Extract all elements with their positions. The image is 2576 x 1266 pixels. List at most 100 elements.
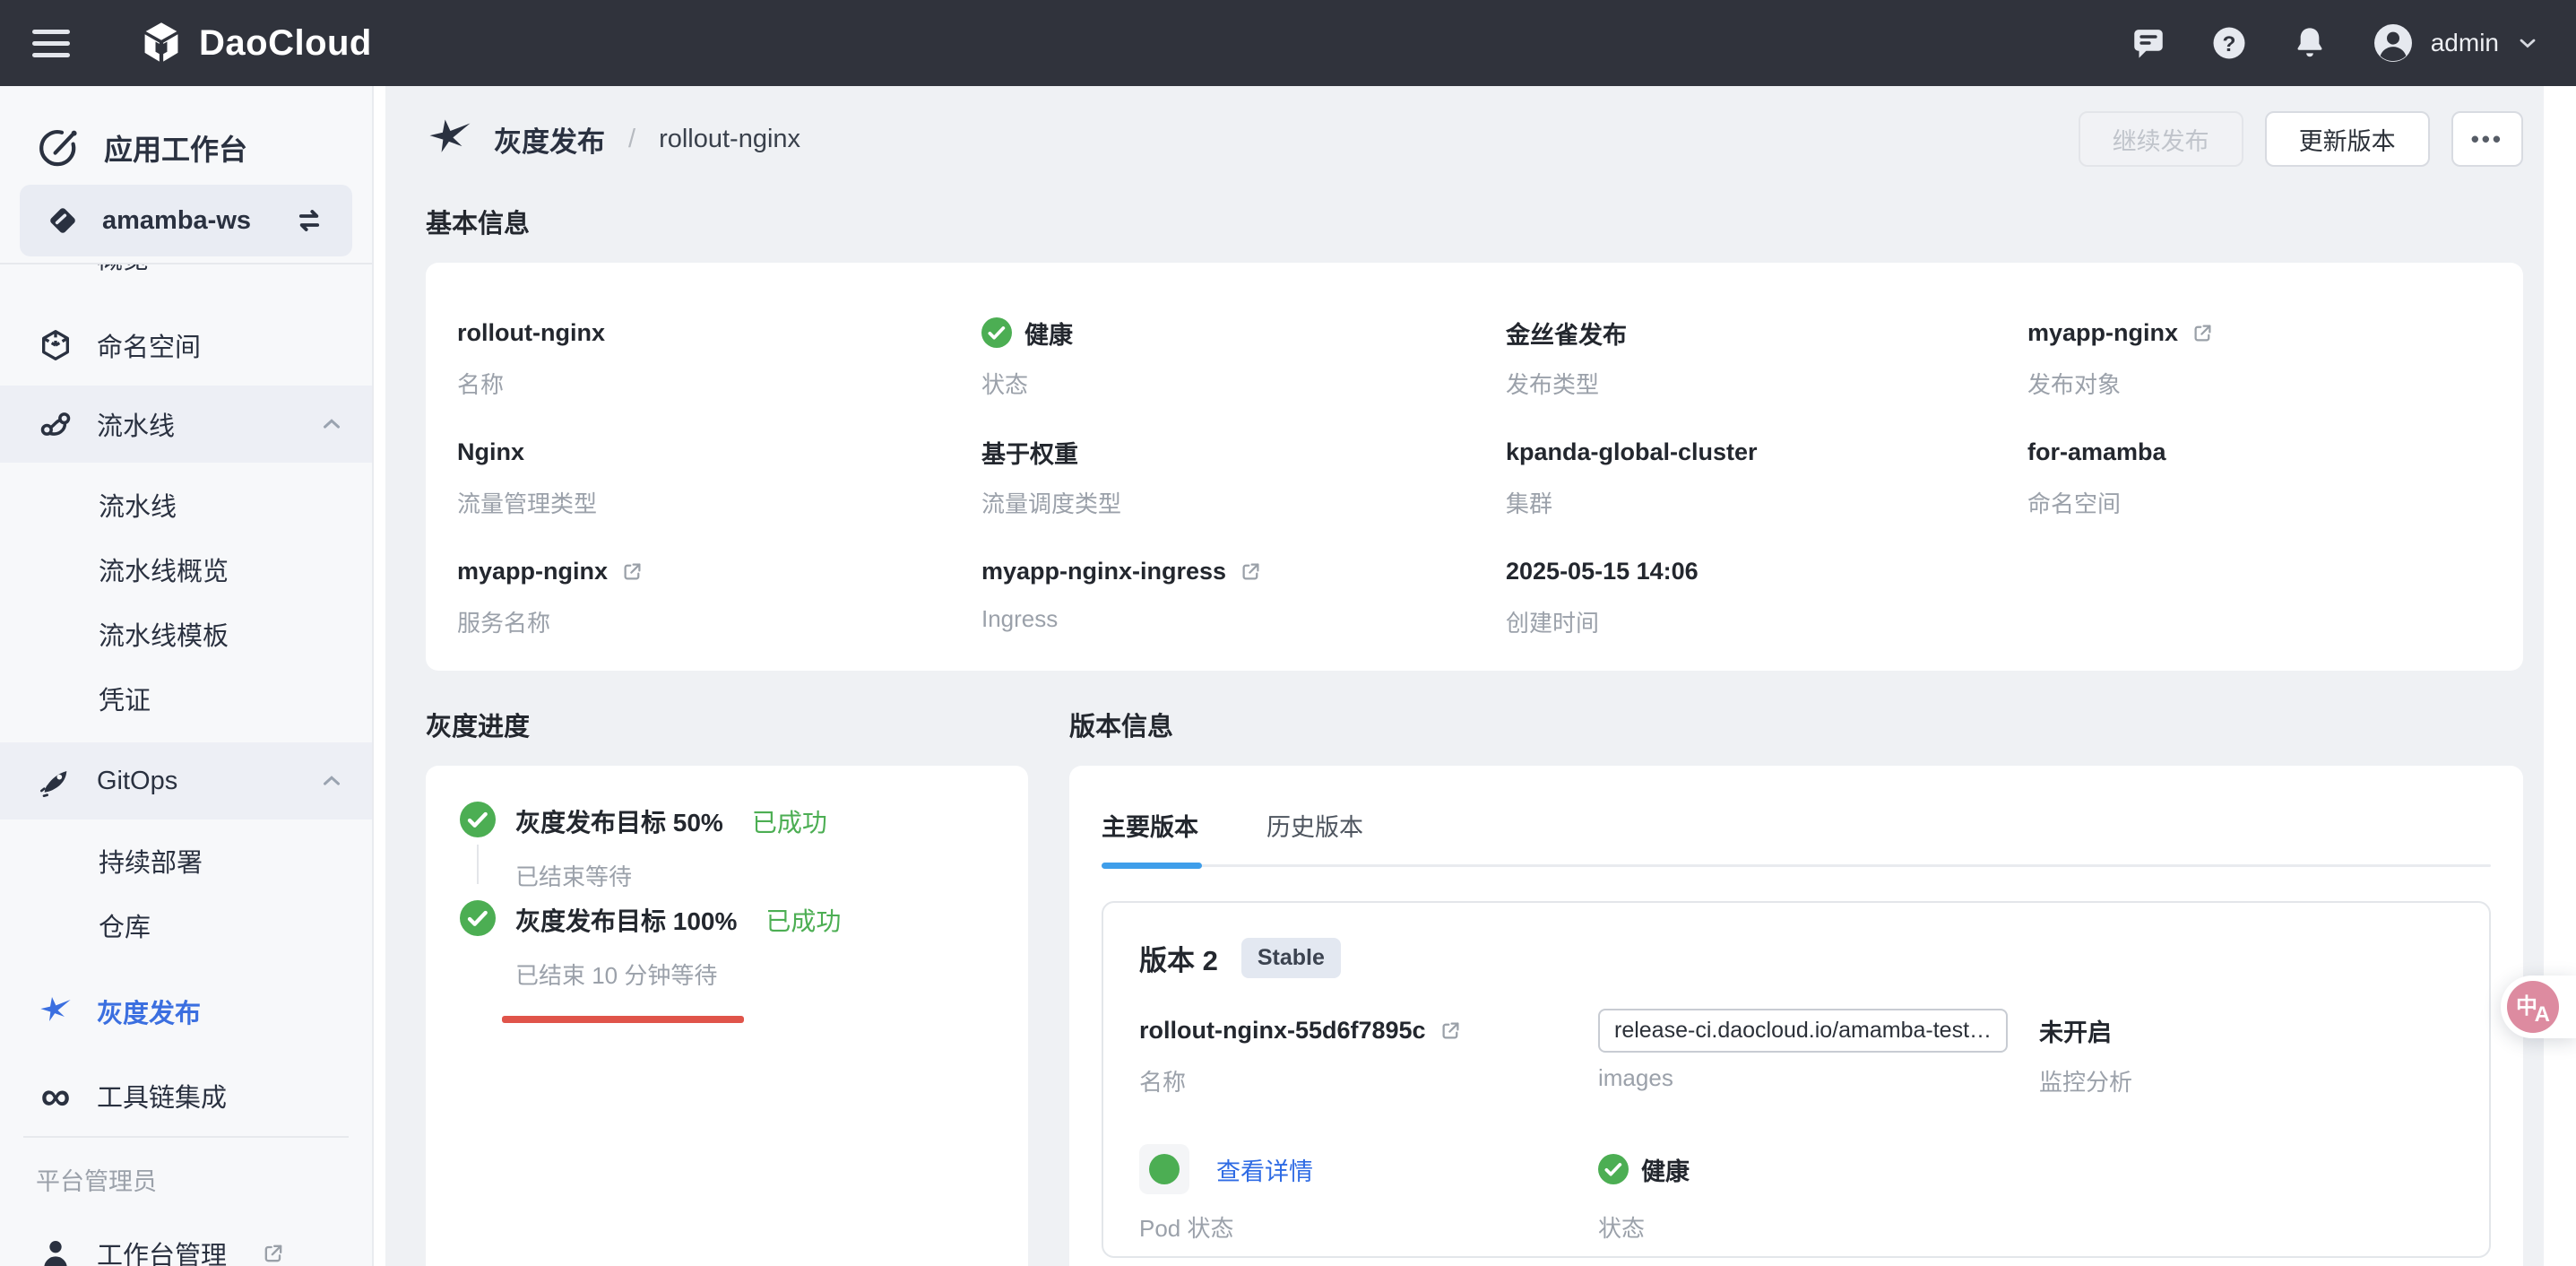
field-version-status: 健康 状态: [1598, 1144, 2039, 1244]
version-detail-card: 版本 2 Stable rollout-nginx-55d6f7895c 名称: [1102, 901, 2491, 1258]
field-release-target: myapp-nginx 发布对象: [2027, 315, 2523, 400]
check-circle-icon: [460, 802, 496, 837]
brand-logo[interactable]: DaoCloud: [138, 20, 372, 66]
check-circle-icon: [460, 900, 496, 936]
topbar-right: ? admin: [2130, 22, 2540, 65]
topbar: DaoCloud ?: [0, 0, 2576, 86]
version-column: 版本信息 主要版本 历史版本 版本 2 Stable: [1069, 671, 2523, 1266]
translate-widget: 中 A: [2501, 976, 2576, 1038]
step-status-badge: 已成功: [765, 902, 841, 938]
rocket-icon: [36, 761, 75, 801]
sidebar-item-canary-release[interactable]: 灰度发布: [0, 979, 372, 1044]
pipeline-icon: [36, 404, 75, 444]
person-icon: [36, 1234, 75, 1266]
image-chip[interactable]: release-ci.daocloud.io/amamba-test…: [1598, 1009, 2008, 1053]
progress-card: 灰度发布目标 50% 已成功 已结束等待: [426, 766, 1028, 1266]
main-scrollbar[interactable]: [2544, 86, 2576, 1266]
more-actions-button[interactable]: •••: [2451, 111, 2523, 167]
field-service-name: myapp-nginx 服务名称: [457, 553, 981, 638]
user-menu[interactable]: admin: [2372, 22, 2540, 65]
sidebar-item-continuous-deploy[interactable]: 持续部署: [0, 828, 372, 893]
daocloud-canary-detail-page: DaoCloud ?: [0, 0, 2576, 1266]
active-tab-indicator: [1102, 863, 1202, 869]
cube-icon: [36, 325, 75, 365]
progress-column: 灰度进度 灰度发布目标 50% 已成功: [426, 671, 1028, 1266]
main-content: 灰度发布 / rollout-nginx 继续发布 更新版本 ••• 基本信息 …: [385, 86, 2576, 1266]
step-connector: [477, 845, 479, 884]
external-link-icon: [1239, 559, 1263, 584]
translate-icon[interactable]: 中 A: [2507, 981, 2559, 1033]
sidebar-item-credentials[interactable]: 凭证: [0, 666, 372, 731]
switch-workspace-icon[interactable]: [291, 203, 327, 238]
sidebar-group-gitops[interactable]: GitOps: [0, 742, 372, 819]
workspace-name: amamba-ws: [102, 206, 251, 236]
field-created-at: 2025-05-15 14:06 创建时间: [1506, 553, 2027, 638]
sidebar-item-pipeline[interactable]: 流水线: [0, 473, 372, 537]
external-link-icon: [2191, 321, 2215, 345]
compose-icon: [36, 126, 79, 169]
breadcrumb-separator: /: [628, 125, 635, 154]
workspace-selector[interactable]: amamba-ws: [20, 185, 352, 256]
field-traffic-schedule-type: 基于权重 流量调度类型: [981, 434, 1506, 519]
sidebar-scrollbar[interactable]: [374, 86, 385, 1266]
pod-status-tile: [1139, 1144, 1189, 1194]
brand-name: DaoCloud: [199, 23, 372, 64]
field-monitor-analysis: 未开启 监控分析: [2039, 1012, 2453, 1097]
help-icon[interactable]: ?: [2210, 24, 2248, 62]
version-number: 版本 2: [1139, 938, 1218, 978]
basic-info-title: 基本信息: [426, 204, 2523, 239]
tab-history-version[interactable]: 历史版本: [1266, 807, 1363, 843]
sidebar-item-overview[interactable]: 概览: [0, 264, 372, 290]
platform-admin-label: 平台管理员: [36, 1158, 372, 1201]
pod-green-dot-icon: [1149, 1154, 1180, 1184]
sidebar: 应用工作台 amamba-ws: [0, 86, 385, 1266]
svg-text:?: ?: [2222, 32, 2235, 56]
red-annotation-underline: [502, 1016, 744, 1023]
version-title: 版本信息: [1069, 707, 2523, 742]
progress-step-1: 灰度发布目标 50% 已成功 已结束等待: [460, 802, 994, 891]
sidebar-item-toolchain[interactable]: ∞ 工具链集成: [0, 1063, 372, 1128]
infinity-icon: ∞: [36, 1076, 75, 1115]
view-details-link[interactable]: 查看详情: [1216, 1152, 1313, 1187]
bird-icon: [36, 992, 75, 1031]
breadcrumb-root[interactable]: 灰度发布: [494, 119, 605, 160]
update-version-button[interactable]: 更新版本: [2265, 111, 2430, 167]
bell-icon[interactable]: [2291, 24, 2329, 62]
sidebar-group-pipeline[interactable]: 流水线: [0, 386, 372, 463]
check-circle-icon: [981, 317, 1012, 348]
bird-icon: [426, 115, 474, 163]
chat-icon[interactable]: [2130, 24, 2167, 62]
external-link-icon: [261, 1241, 286, 1266]
continue-release-button[interactable]: 继续发布: [2079, 111, 2243, 167]
page-header: 灰度发布 / rollout-nginx 继续发布 更新版本 •••: [426, 110, 2523, 168]
field-images: release-ci.daocloud.io/amamba-test… imag…: [1598, 1012, 2039, 1097]
menu-icon[interactable]: [32, 30, 70, 57]
sidebar-item-repository[interactable]: 仓库: [0, 893, 372, 958]
chevron-up-icon: [318, 411, 345, 438]
sidebar-item-pipeline-overview[interactable]: 流水线概览: [0, 537, 372, 602]
workspace-icon: [45, 203, 81, 238]
check-circle-icon: [1598, 1154, 1629, 1184]
field-namespace: for-amamba 命名空间: [2027, 434, 2523, 519]
step-status-badge: 已成功: [752, 803, 827, 839]
header-actions: 继续发布 更新版本 •••: [2079, 111, 2523, 167]
field-ingress: myapp-nginx-ingress Ingress: [981, 553, 1506, 638]
field-status: 健康 状态: [981, 315, 1506, 400]
field-version-name: rollout-nginx-55d6f7895c 名称: [1139, 1012, 1598, 1097]
tab-main-version[interactable]: 主要版本: [1102, 807, 1198, 843]
breadcrumb: 灰度发布 / rollout-nginx: [426, 115, 800, 163]
avatar-icon: [2372, 22, 2415, 65]
sidebar-item-namespace[interactable]: 命名空间: [0, 313, 372, 377]
divider: [23, 1136, 349, 1138]
field-release-type: 金丝雀发布 发布类型: [1506, 315, 2027, 400]
field-pod-status: 查看详情 Pod 状态: [1139, 1144, 1598, 1244]
field-cluster: kpanda-global-cluster 集群: [1506, 434, 2027, 519]
dots-icon: [36, 264, 75, 277]
sidebar-item-workbench-admin[interactable]: 工作台管理: [0, 1221, 372, 1266]
username: admin: [2431, 29, 2499, 57]
cube-logo-icon: [138, 20, 185, 66]
sidebar-item-pipeline-template[interactable]: 流水线模板: [0, 602, 372, 666]
sidebar-clip-region: 概览: [0, 264, 372, 290]
external-link-icon: [620, 559, 644, 584]
progress-step-2: 灰度发布目标 100% 已成功 已结束 10 分钟等待: [460, 900, 994, 990]
